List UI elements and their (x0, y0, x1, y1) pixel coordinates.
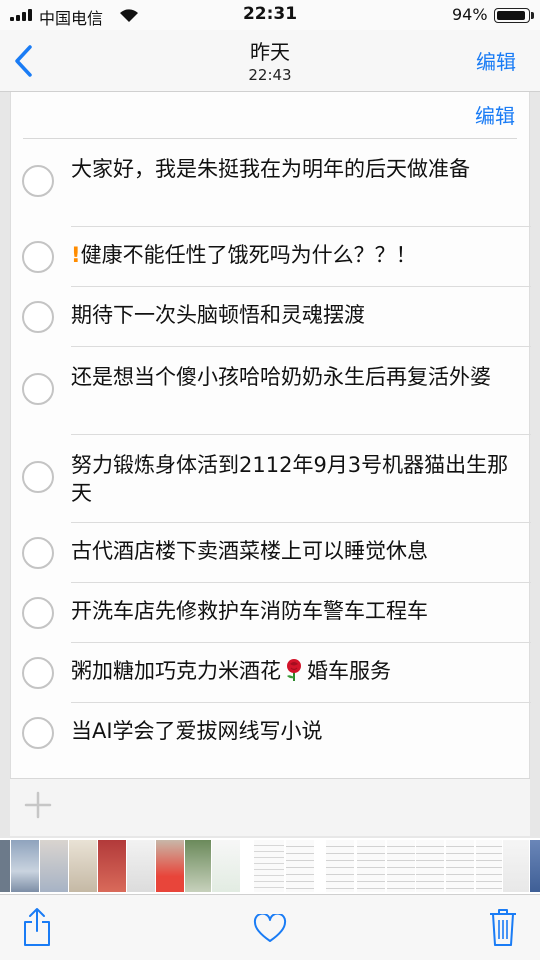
photo-thumbnail[interactable] (98, 840, 126, 892)
photo-thumbnail[interactable] (0, 840, 10, 892)
photo-thumbnail-strip[interactable] (0, 838, 540, 894)
add-reminder-row[interactable] (10, 778, 530, 836)
photo-thumbnail[interactable] (476, 840, 502, 892)
rose-icon (287, 659, 301, 681)
reminder-text[interactable]: 努力锻炼身体活到2112年9月3号机器猫出生那天 (71, 451, 511, 507)
priority-marker: ! (71, 243, 81, 267)
battery-tip (531, 12, 534, 19)
status-bar: 中国电信 22:31 94% (0, 0, 540, 30)
photo-thumbnail[interactable] (503, 840, 529, 892)
completion-circle[interactable] (22, 241, 54, 273)
photo-thumbnail[interactable] (254, 840, 284, 892)
reminder-text[interactable]: 大家好，我是朱挺我在为明年的后天做准备 (71, 155, 511, 183)
navigation-bar: 昨天 22:43 编辑 (0, 30, 540, 92)
share-icon[interactable] (22, 907, 52, 947)
nav-title: 昨天 (250, 40, 290, 64)
nav-subtitle: 22:43 (248, 66, 292, 84)
photo-thumbnail[interactable] (69, 840, 97, 892)
photo-thumbnail[interactable] (40, 840, 68, 892)
photo-thumbnail[interactable] (11, 840, 39, 892)
reminder-item[interactable]: 粥加糖加巧克力米酒花 婚车服务 (11, 643, 531, 703)
battery-icon (494, 8, 530, 23)
completion-circle[interactable] (22, 717, 54, 749)
photo-thumbnail[interactable] (127, 840, 155, 892)
reminder-item[interactable]: 还是想当个傻小孩哈哈奶奶永生后再复活外婆 (11, 347, 531, 435)
reminder-item[interactable]: 当AI学会了爱拔网线写小说 (11, 703, 531, 763)
completion-circle[interactable] (22, 165, 54, 197)
photo-thumbnail[interactable] (326, 840, 354, 892)
reminders-card: 编辑 大家好，我是朱挺我在为明年的后天做准备 !健康不能任性了饿死吗为什么？？！… (10, 92, 531, 778)
screen: 中国电信 22:31 94% 昨天 22:43 编辑 编辑 大家好，我是朱挺我在… (0, 0, 540, 960)
reminder-text[interactable]: 粥加糖加巧克力米酒花 婚车服务 (71, 657, 511, 685)
reminder-item[interactable]: 古代酒店楼下卖酒菜楼上可以睡觉休息 (11, 523, 531, 583)
reminder-text[interactable]: !健康不能任性了饿死吗为什么？？！ (71, 241, 511, 269)
card-edit-button[interactable]: 编辑 (475, 100, 515, 129)
completion-circle[interactable] (22, 461, 54, 493)
reminder-item[interactable]: 大家好，我是朱挺我在为明年的后天做准备 (11, 139, 531, 227)
trash-icon[interactable] (488, 907, 518, 947)
reminder-text[interactable]: 开洗车店先修救护车消防车警车工程车 (71, 597, 511, 625)
completion-circle[interactable] (22, 657, 54, 689)
photo-thumbnail[interactable] (357, 840, 385, 892)
photo-thumbnail[interactable] (530, 840, 540, 892)
battery-level-fill (496, 10, 525, 20)
reminder-text[interactable]: 还是想当个傻小孩哈哈奶奶永生后再复活外婆 (71, 363, 511, 391)
photo-thumbnail[interactable] (185, 840, 211, 892)
completion-circle[interactable] (22, 597, 54, 629)
completion-circle[interactable] (22, 373, 54, 405)
photo-thumbnail[interactable] (446, 840, 474, 892)
reminder-list: 大家好，我是朱挺我在为明年的后天做准备 !健康不能任性了饿死吗为什么？？！ 期待… (11, 139, 531, 763)
photo-thumbnail[interactable] (286, 840, 314, 892)
nav-edit-button[interactable]: 编辑 (476, 46, 516, 75)
reminder-item[interactable]: 开洗车店先修救护车消防车警车工程车 (11, 583, 531, 643)
reminder-item[interactable]: !健康不能任性了饿死吗为什么？？！ (11, 227, 531, 287)
reminder-item[interactable]: 努力锻炼身体活到2112年9月3号机器猫出生那天 (11, 435, 531, 523)
bottom-toolbar (0, 894, 540, 960)
reminder-text-content: 粥加糖加巧克力米酒花 (71, 659, 281, 683)
reminder-text-content: 健康不能任性了饿死吗为什么？？！ (80, 243, 417, 267)
photo-thumbnail[interactable] (387, 840, 415, 892)
plus-icon[interactable] (24, 791, 52, 819)
reminder-text[interactable]: 古代酒店楼下卖酒菜楼上可以睡觉休息 (71, 537, 511, 565)
completion-circle[interactable] (22, 537, 54, 569)
reminder-text[interactable]: 当AI学会了爱拔网线写小说 (71, 717, 511, 745)
reminder-text[interactable]: 期待下一次头脑顿悟和灵魂摆渡 (71, 301, 511, 329)
photo-thumbnail[interactable] (212, 840, 240, 892)
completion-circle[interactable] (22, 301, 54, 333)
photo-thumbnail[interactable] (156, 840, 184, 892)
reminder-text-content: 婚车服务 (307, 659, 391, 683)
battery-percent: 94% (452, 5, 488, 24)
reminder-item[interactable]: 期待下一次头脑顿悟和灵魂摆渡 (11, 287, 531, 347)
heart-icon[interactable] (253, 914, 287, 944)
photo-thumbnail[interactable] (416, 840, 444, 892)
